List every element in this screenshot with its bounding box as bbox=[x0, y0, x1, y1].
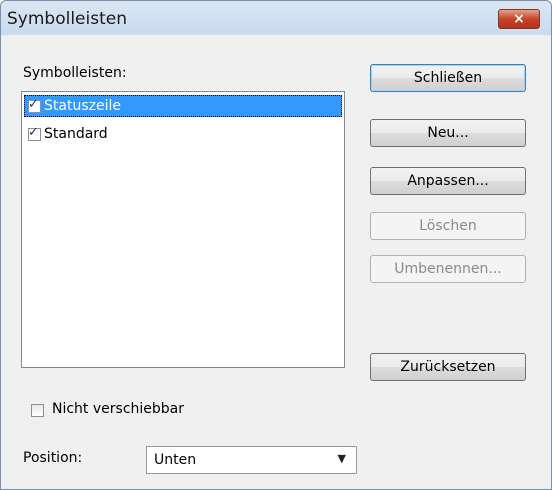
title-bar[interactable]: Symbolleisten × bbox=[1, 1, 551, 35]
standard-checkbox[interactable]: ✓ bbox=[28, 124, 41, 141]
checkmark-icon: ✓ bbox=[28, 96, 39, 112]
not-movable-checkbox[interactable] bbox=[31, 404, 44, 417]
position-value: Unten bbox=[154, 452, 197, 468]
not-movable-label: Nicht verschiebbar bbox=[52, 401, 185, 417]
customize-button[interactable]: Anpassen... bbox=[370, 167, 526, 195]
toolbars-label: Symbolleisten: bbox=[23, 65, 127, 81]
list-item-statuszeile[interactable]: ✓ Statuszeile bbox=[24, 95, 342, 117]
reset-button[interactable]: Zurücksetzen bbox=[370, 353, 526, 381]
close-window-button[interactable]: × bbox=[498, 9, 540, 29]
checkmark-icon: ✓ bbox=[28, 124, 39, 140]
close-button[interactable]: Schließen bbox=[370, 64, 526, 92]
delete-button[interactable]: Löschen bbox=[370, 212, 526, 240]
list-item-label: Standard bbox=[44, 126, 108, 142]
position-label: Position: bbox=[23, 450, 83, 466]
toolbars-listbox[interactable]: ✓ Statuszeile ✓ Standard bbox=[21, 91, 345, 368]
statuszeile-checkbox[interactable]: ✓ bbox=[28, 96, 41, 113]
dialog-title: Symbolleisten bbox=[7, 9, 127, 29]
chevron-down-icon: ▼ bbox=[337, 452, 346, 465]
toolbars-dialog: Symbolleisten × Symbolleisten: ✓ Statusz… bbox=[0, 0, 552, 490]
close-icon: × bbox=[513, 11, 525, 27]
position-dropdown[interactable]: Unten ▼ bbox=[146, 446, 357, 474]
list-item-standard[interactable]: ✓ Standard bbox=[24, 123, 342, 145]
rename-button[interactable]: Umbenennen... bbox=[370, 255, 526, 283]
list-item-label: Statuszeile bbox=[44, 98, 121, 114]
new-button[interactable]: Neu... bbox=[370, 119, 526, 147]
